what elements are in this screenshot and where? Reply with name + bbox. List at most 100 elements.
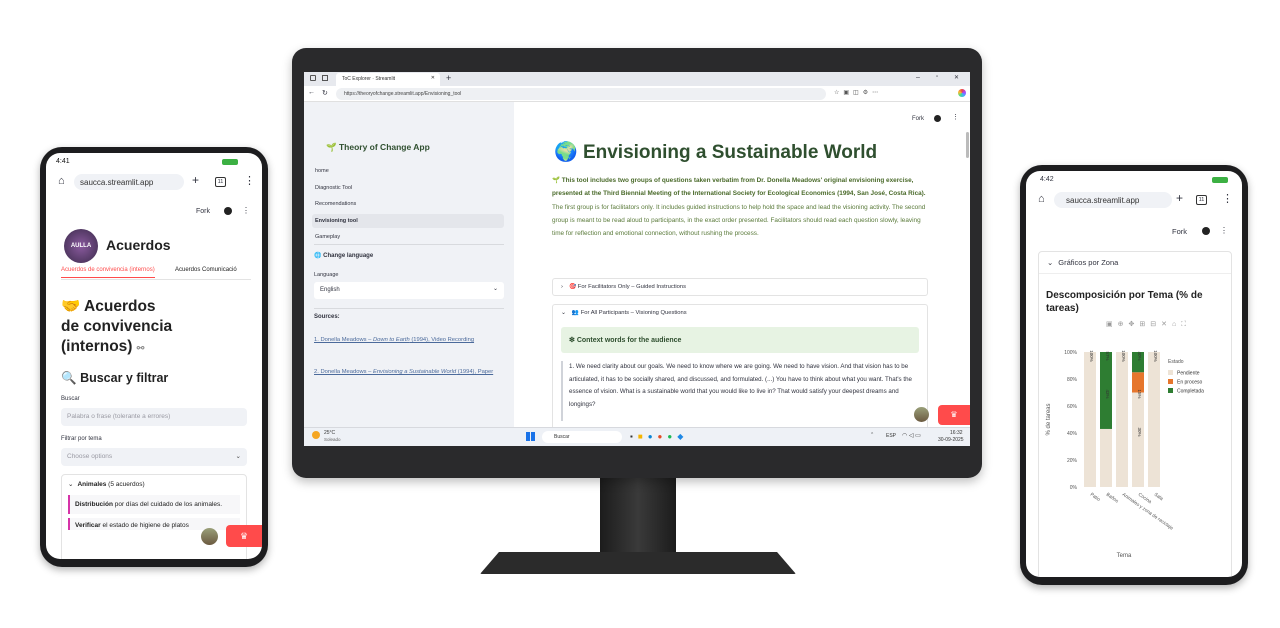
animales-expander[interactable]: ⌄ Animales (5 acuerdos) Distribución por …	[61, 474, 247, 559]
tray-icons[interactable]: ⌃	[870, 432, 874, 438]
language-indicator[interactable]: ESP	[886, 433, 896, 439]
list-item: Distribución por días del cuidado de los…	[68, 495, 240, 514]
sidebar-divider	[314, 308, 504, 309]
search-label: Buscar	[61, 396, 80, 402]
legend-entry: Pendiente	[1177, 371, 1200, 377]
github-icon[interactable]	[934, 115, 941, 122]
close-window-icon[interactable]: ✕	[954, 74, 959, 81]
status-time: 4:42	[1040, 176, 1054, 183]
home-icon[interactable]: ⌂	[1038, 193, 1045, 205]
sidebar: 🌱 Theory of Change App home Diagnostic To…	[304, 102, 514, 427]
taskbar-search-text: Buscar	[554, 434, 570, 440]
bar-data-label: 100%	[1153, 350, 1158, 362]
address-bar[interactable]: saucca.streamlit.app	[1054, 192, 1172, 208]
avatar[interactable]	[914, 407, 929, 422]
intro-paragraph: 🌱 This tool includes two groups of quest…	[552, 174, 932, 240]
list-item: Verificar el estado de higiene de platos	[68, 518, 240, 530]
source-link-1[interactable]: 1. Donella Meadows – Down to Earth (1994…	[314, 334, 494, 346]
address-text: saucca.streamlit.app	[1066, 196, 1140, 205]
tab-count-icon[interactable]: 11	[1196, 195, 1207, 205]
filter-select[interactable]: Choose options ⌄	[61, 448, 247, 466]
search-heading-text: Buscar y filtrar	[80, 371, 169, 385]
y-tick-label: 0%	[1070, 485, 1078, 491]
clock-time: 16:32	[950, 430, 963, 436]
avatar[interactable]	[201, 528, 218, 545]
link-icon[interactable]: ⚯	[137, 343, 145, 353]
chart-toolbar[interactable]: ▣⊕✥⊞⊟✕⌂⛶	[1106, 320, 1191, 329]
minimize-icon[interactable]: –	[916, 74, 920, 81]
section-heading: 🤝 Acuerdos de convivencia (internos) ⚯	[61, 297, 172, 358]
github-icon[interactable]	[1202, 227, 1210, 235]
bar-data-label: 43%	[1105, 389, 1110, 398]
close-icon[interactable]: ✕	[431, 75, 435, 81]
browser-tab[interactable]: ToC Explorer · Streamlit ✕	[336, 73, 440, 86]
home-icon[interactable]: ⌂	[58, 175, 65, 187]
heading-line-3: (internos)	[61, 338, 133, 355]
source-post: (1994), Video Recording	[409, 337, 475, 343]
windows-start-icon[interactable]	[526, 432, 535, 441]
chevron-right-icon: ›	[561, 284, 563, 290]
address-input[interactable]: https://theoryofchange.streamlit.app/Env…	[336, 88, 826, 100]
more-icon[interactable]: ⋮	[242, 206, 250, 215]
language-select[interactable]: English ⌄	[314, 282, 504, 299]
sidebar-item-gameplay[interactable]: Gameplay	[312, 230, 504, 244]
sidebar-item-home[interactable]: home	[312, 164, 504, 178]
tab-actions-icon[interactable]	[310, 75, 316, 81]
back-icon[interactable]: ←	[308, 89, 315, 96]
taskbar-apps[interactable]: ▪■●●●◆	[630, 432, 688, 441]
fork-button[interactable]: Fork	[912, 116, 924, 122]
expander-title: Gráficos por Zona	[1058, 258, 1119, 267]
maximize-icon[interactable]: ▫	[936, 74, 938, 80]
heading-line-2: de convivencia	[61, 318, 173, 335]
sparkle-icon: ❇	[569, 337, 575, 344]
sidebar-nav: home Diagnostic Tool Recomendations Envisio…	[312, 164, 504, 247]
address-bar[interactable]: saucca.streamlit.app	[74, 174, 184, 190]
new-tab-icon[interactable]: +	[1176, 191, 1183, 205]
search-input[interactable]: Palabra o frase (tolerante a errores)	[61, 408, 247, 426]
more-icon[interactable]: ⋮	[952, 113, 959, 121]
more-icon[interactable]: ⋮	[1220, 226, 1228, 235]
tab-count-icon[interactable]: 11	[215, 177, 226, 187]
battery-icon	[222, 159, 238, 165]
change-language-text: Change language	[323, 253, 374, 259]
new-tab-icon[interactable]: +	[192, 173, 199, 187]
aulla-logo: AULLA	[64, 229, 98, 263]
source-link-2[interactable]: 2. Donella Meadows – Envisioning a Susta…	[314, 366, 494, 378]
wifi-icon[interactable]: ◠ ◁ ▭	[902, 432, 921, 439]
refresh-icon[interactable]: ↻	[322, 89, 328, 97]
chart-title: Descomposición por Tema (% de tareas)	[1046, 290, 1203, 314]
copilot-icon[interactable]	[958, 89, 966, 97]
participants-expander[interactable]: ⌄ 👥 For All Participants – Visioning Ques…	[552, 304, 928, 434]
sidebar-item-envisioning-tool[interactable]: Envisioning tool	[312, 213, 504, 228]
streamlit-badge-button[interactable]: ♛	[226, 525, 262, 547]
desktop-screen: ToC Explorer · Streamlit ✕ + – ▫ ✕ ← ↻ ht…	[304, 72, 970, 446]
bar-data-label: 40%	[1137, 351, 1142, 360]
source-title: Down to Earth	[372, 337, 410, 343]
browser-url-bar: ← ↻ https://theoryofchange.streamlit.app…	[304, 86, 970, 102]
weather-icon[interactable]	[312, 431, 320, 439]
github-icon[interactable]	[224, 207, 232, 215]
battery-icon	[1212, 177, 1228, 183]
title-text: Envisioning a Sustainable World	[582, 142, 878, 163]
fork-button[interactable]: Fork	[196, 208, 210, 215]
sidebar-item-diagnostic-tool[interactable]: Diagnostic Tool	[312, 181, 504, 195]
bar-segment	[1100, 428, 1112, 487]
tab-acuerdos-comunicacion[interactable]: Acuerdos Comunicació	[175, 267, 237, 273]
streamlit-badge-button[interactable]: ♛	[938, 405, 970, 425]
item-text: el estado de higiene de platos	[100, 522, 189, 529]
chevron-down-icon: ⌄	[68, 481, 74, 488]
browser-tab-bar: ToC Explorer · Streamlit ✕ + – ▫ ✕	[304, 72, 970, 86]
menu-icon[interactable]: ⋮	[1222, 192, 1233, 205]
menu-icon[interactable]: ⋮	[244, 174, 255, 187]
new-tab-icon[interactable]: +	[446, 73, 451, 83]
monitor-stand-neck	[600, 478, 676, 556]
tab-acuerdos-internos[interactable]: Acuerdos de convivencia (internos)	[61, 267, 155, 278]
y-tick-label: 100%	[1064, 350, 1077, 356]
toolbar-icons[interactable]: ☆▣◫⚙⋯	[834, 89, 882, 96]
fork-button[interactable]: Fork	[1172, 227, 1187, 236]
taskbar-search[interactable]: Buscar	[542, 431, 622, 443]
vertical-tabs-icon[interactable]	[322, 75, 328, 81]
sidebar-item-recomendations[interactable]: Recomendations	[312, 197, 504, 211]
facilitators-expander[interactable]: › 🎯 For Facilitators Only – Guided Instru…	[552, 278, 928, 296]
scrollbar[interactable]	[966, 132, 969, 158]
